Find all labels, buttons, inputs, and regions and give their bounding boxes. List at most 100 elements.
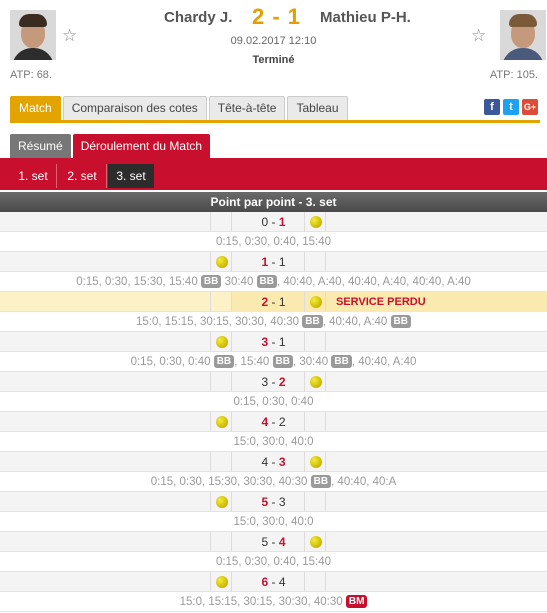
sequence-text: , 40:40, A:40 <box>322 316 391 328</box>
game-score-row: 3 - 1 <box>0 332 547 352</box>
game-score-left: 5 <box>261 495 269 509</box>
point-sequence: 0:15, 0:30, 0:40 <box>0 392 547 412</box>
tab-set-3[interactable]: 3. set <box>108 164 154 188</box>
game-score-left: 0 <box>261 215 269 229</box>
game-score-left: 3 <box>261 375 269 389</box>
game-score: 5 - 3 <box>261 495 286 509</box>
tab-match-history[interactable]: Déroulement du Match <box>72 134 211 158</box>
game-score-right: 4 <box>278 575 286 589</box>
game-score: 3 - 1 <box>261 335 286 349</box>
game-score: 2 - 1 <box>261 295 286 309</box>
sequence-text: 15:0, 30:0, 40:0 <box>233 516 314 528</box>
tab-summary[interactable]: Résumé <box>10 134 71 158</box>
game-score: 5 - 4 <box>261 535 286 549</box>
game-score-row: 1 - 1 <box>0 252 547 272</box>
point-sequence-row: 0:15, 0:30, 0:40 <box>0 392 547 412</box>
game-score-left: 6 <box>261 575 269 589</box>
game-score-left: 3 <box>261 335 269 349</box>
point-by-point-table: Point par point - 3. set 0 - 1 0:15, 0:30… <box>0 192 547 612</box>
tab-set-2[interactable]: 2. set <box>58 164 107 188</box>
break-point-badge: BB <box>302 315 323 328</box>
game-score-row: 3 - 2 <box>0 372 547 392</box>
tab-match[interactable]: Match <box>10 96 61 120</box>
break-point-badge: BB <box>390 315 411 328</box>
point-sequence: 0:15, 0:30, 0:40, 15:40 <box>0 552 547 572</box>
sequence-text: 15:0, 15:15, 30:15, 30:30, 40:30 <box>179 596 346 608</box>
game-score: 4 - 2 <box>261 415 286 429</box>
match-status: Terminé <box>252 54 295 66</box>
twitter-icon[interactable]: t <box>503 99 519 115</box>
game-score-right: 2 <box>278 375 286 389</box>
sequence-text: 0:15, 0:30, 0:40 <box>233 396 314 408</box>
match-header: ☆ Chardy J. 2 - 1 Mathieu P-H. ☆ 09.02.2… <box>0 0 547 95</box>
point-sequence: 15:0, 15:15, 30:15, 30:30, 40:30 BM <box>0 592 547 612</box>
game-score-left: 1 <box>261 255 269 269</box>
game-score-row: 6 - 4 <box>0 572 547 592</box>
break-point-badge: BB <box>256 275 277 288</box>
point-sequence: 15:0, 15:15, 30:15, 30:30, 40:30 BB, 40:… <box>0 312 547 332</box>
point-sequence-row: 0:15, 0:30, 15:30, 15:40 BB 30:40 BB, 40… <box>0 272 547 292</box>
sequence-text: 0:15, 0:30, 15:30, 30:30, 40:30 <box>150 476 311 488</box>
set-tabs: 1. set 2. set 3. set <box>0 161 547 190</box>
game-score-left: 4 <box>261 455 269 469</box>
point-sequence-row: 0:15, 0:30, 0:40 BB, 15:40 BB, 30:40 BB,… <box>0 352 547 372</box>
point-sequence-row: 15:0, 15:15, 30:15, 30:30, 40:30 BM <box>0 592 547 612</box>
break-point-badge: BB <box>331 355 352 368</box>
sequence-text: 15:0, 15:15, 30:15, 30:30, 40:30 <box>136 316 303 328</box>
point-sequence: 0:15, 0:30, 15:30, 15:40 BB 30:40 BB, 40… <box>0 272 547 292</box>
game-score: 0 - 1 <box>261 215 286 229</box>
point-sequence-row: 15:0, 15:15, 30:15, 30:30, 40:30 BB, 40:… <box>0 312 547 332</box>
sequence-text: , 40:40, 40:A <box>331 476 397 488</box>
player1-ranking: ATP: 68. <box>10 69 52 81</box>
sequence-text: , 40:40, A:40 <box>351 356 417 368</box>
sequence-text: 30:40 <box>221 276 257 288</box>
game-score: 1 - 1 <box>261 255 286 269</box>
google-plus-icon[interactable]: G+ <box>522 99 538 115</box>
game-score-left: 4 <box>261 415 269 429</box>
game-score-right: 1 <box>278 335 286 349</box>
sequence-text: , 30:40 <box>292 356 332 368</box>
sequence-text: 0:15, 0:30, 15:30, 15:40 <box>76 276 201 288</box>
point-sequence: 15:0, 30:0, 40:0 <box>0 432 547 452</box>
tab-head-to-head[interactable]: Tête-à-tête <box>208 96 286 120</box>
game-score-left: 5 <box>261 535 269 549</box>
player1-name[interactable]: Chardy J. <box>164 9 232 26</box>
match-score: 2 - 1 <box>252 4 302 29</box>
game-score-right: 2 <box>278 415 286 429</box>
table-title: Point par point - 3. set <box>0 192 547 212</box>
game-score: 6 - 4 <box>261 575 286 589</box>
game-score-row: 5 - 4 <box>0 532 547 552</box>
game-score-row: 2 - 1 SERVICE PERDU <box>0 292 547 312</box>
facebook-icon[interactable]: f <box>484 99 500 115</box>
game-score-left: 2 <box>261 295 269 309</box>
game-score-row: 4 - 2 <box>0 412 547 432</box>
game-score-row: 0 - 1 <box>0 212 547 232</box>
tab-odds-comparison[interactable]: Comparaison des cotes <box>62 96 207 120</box>
point-sequence: 0:15, 0:30, 15:30, 30:30, 40:30 BB, 40:4… <box>0 472 547 492</box>
sequence-text: 0:15, 0:30, 0:40, 15:40 <box>215 556 332 568</box>
player2-ranking: ATP: 105. <box>489 69 538 81</box>
sequence-text: , 15:40 <box>234 356 273 368</box>
sequence-text: 0:15, 0:30, 0:40, 15:40 <box>215 236 332 248</box>
break-point-badge: BB <box>272 355 293 368</box>
sequence-text: , 40:40, A:40, 40:40, A:40, 40:40, A:40 <box>277 276 471 288</box>
tab-draw[interactable]: Tableau <box>287 96 348 120</box>
match-point-badge: BM <box>345 595 368 608</box>
point-sequence-row: 0:15, 0:30, 15:30, 30:30, 40:30 BB, 40:4… <box>0 472 547 492</box>
point-sequence: 0:15, 0:30, 0:40 BB, 15:40 BB, 30:40 BB,… <box>0 352 547 372</box>
game-score-right: 1 <box>278 295 286 309</box>
sequence-text: 15:0, 30:0, 40:0 <box>233 436 314 448</box>
point-sequence: 0:15, 0:30, 0:40, 15:40 <box>0 232 547 252</box>
player2-name[interactable]: Mathieu P-H. <box>320 9 411 26</box>
point-sequence-row: 15:0, 30:0, 40:0 <box>0 512 547 532</box>
sequence-text: 0:15, 0:30, 0:40 <box>130 356 214 368</box>
game-score: 4 - 3 <box>261 455 286 469</box>
break-point-badge: BB <box>213 355 235 368</box>
game-score-right: 1 <box>278 255 286 269</box>
game-score-right: 3 <box>278 495 286 509</box>
game-score-row: 5 - 3 <box>0 492 547 512</box>
match-date: 09.02.2017 12:10 <box>230 35 317 47</box>
lost-serve-note: SERVICE PERDU <box>336 296 426 308</box>
main-tabs: Match Comparaison des cotes Tête-à-tête … <box>10 96 350 120</box>
tab-set-1[interactable]: 1. set <box>10 164 57 188</box>
